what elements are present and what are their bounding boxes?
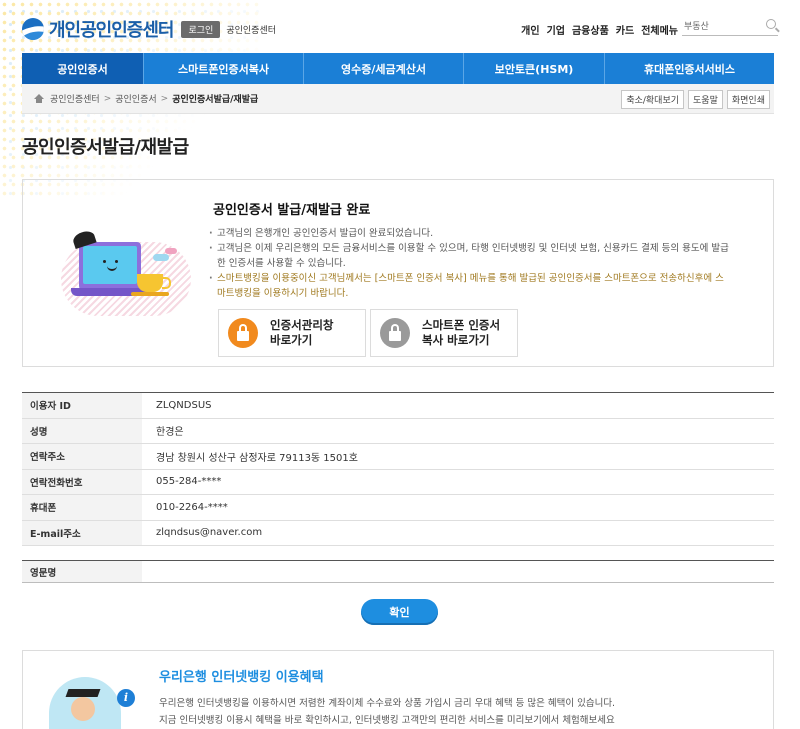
eye-icon bbox=[115, 260, 118, 263]
breadcrumb-separator: > bbox=[103, 93, 112, 104]
row-value: 경남 창원시 성산구 삼정자로 79113동 1501호 bbox=[142, 443, 774, 470]
search-input[interactable] bbox=[682, 16, 752, 34]
completion-note-highlight: 스마트뱅킹을 이용중이신 고객님께서는 [스마트폰 인증서 복사] 메뉴를 통해… bbox=[209, 271, 729, 301]
laptop-illustration bbox=[61, 228, 193, 316]
print-button[interactable]: 화면인쇄 bbox=[726, 90, 770, 109]
nav-item-mobile-certificate[interactable]: 휴대폰인증서서비스 bbox=[605, 53, 774, 84]
benefit-line: 지금 인터넷뱅킹 이용시 혜택을 바로 확인하시고, 인터넷뱅킹 고객만의 편리… bbox=[159, 715, 615, 726]
cloud-icon bbox=[165, 248, 177, 254]
graduate-face-icon bbox=[71, 697, 95, 721]
cloud-icon bbox=[153, 254, 169, 261]
user-info-table: 이용자 ID ZLQNDSUS 성명 한경은 연락주소 경남 창원시 성산구 삼… bbox=[22, 392, 774, 546]
row-value: 010-2264-**** bbox=[142, 494, 774, 521]
top-link-business[interactable]: 기업 bbox=[547, 22, 565, 37]
page-title: 공인인증서발급/재발급 bbox=[22, 137, 189, 158]
table-row: 연락전화번호 055-284-**** bbox=[22, 469, 774, 495]
benefit-line: 우리은행 인터넷뱅킹을 이용하시면 저렴한 계좌이체 수수료와 상품 가입시 금… bbox=[159, 698, 616, 709]
certificate-manager-link-button[interactable]: 인증서관리창 바로가기 bbox=[218, 309, 366, 357]
main-nav: 공인인증서 스마트폰인증서복사 영수증/세금계산서 보안토큰(HSM) 휴대폰인… bbox=[22, 53, 774, 84]
coffee-cup-icon bbox=[137, 274, 171, 292]
row-label: 연락주소 bbox=[22, 443, 142, 470]
table-row: E-mail주소 zlqndsus@naver.com bbox=[22, 520, 774, 546]
zoom-button[interactable]: 축소/확대보기 bbox=[621, 90, 685, 109]
nav-item-smartphone-copy[interactable]: 스마트폰인증서복사 bbox=[144, 53, 304, 84]
completion-note: 고객님의 은행개인 공인인증서 발급이 완료되었습니다. bbox=[209, 226, 729, 241]
table-row: 영문명 bbox=[22, 560, 774, 583]
row-value: 055-284-**** bbox=[142, 469, 774, 495]
breadcrumb: 공인인증센터 > 공인인증서 > 공인인증서발급/재발급 축소/확대보기 도움말… bbox=[22, 84, 774, 114]
table-row: 연락주소 경남 창원시 성산구 삼정자로 79113동 1501호 bbox=[22, 443, 774, 470]
home-icon[interactable] bbox=[34, 94, 44, 103]
lock-icon bbox=[228, 318, 258, 348]
table-row: 휴대폰 010-2264-**** bbox=[22, 494, 774, 521]
row-label: E-mail주소 bbox=[22, 520, 142, 546]
search-box bbox=[682, 16, 778, 36]
lock-icon bbox=[380, 318, 410, 348]
row-value: ZLQNDSUS bbox=[142, 392, 774, 419]
row-label: 연락전화번호 bbox=[22, 469, 142, 495]
row-value: zlqndsus@naver.com bbox=[142, 520, 774, 546]
smile-icon bbox=[107, 266, 117, 271]
completion-note: 고객님은 이제 우리은행의 모든 금융서비스를 이용할 수 있으며, 타행 인터… bbox=[209, 241, 729, 271]
smartphone-copy-link-button[interactable]: 스마트폰 인증서 복사 바로가기 bbox=[370, 309, 518, 357]
laptop-icon bbox=[79, 242, 141, 290]
row-label: 성명 bbox=[22, 418, 142, 444]
confirm-button[interactable]: 확인 bbox=[361, 599, 438, 625]
nav-item-security-token[interactable]: 보안토큰(HSM) bbox=[464, 53, 605, 84]
benefit-text: 우리은행 인터넷뱅킹을 이용하시면 저렴한 계좌이체 수수료와 상품 가입시 금… bbox=[159, 695, 759, 729]
completion-notes: 고객님의 은행개인 공인인증서 발급이 완료되었습니다. 고객님은 이제 우리은… bbox=[209, 226, 729, 301]
internet-banking-benefit-box: i 우리은행 인터넷뱅킹 이용혜택 우리은행 인터넷뱅킹을 이용하시면 저렴한 … bbox=[22, 650, 774, 729]
eye-icon bbox=[103, 260, 106, 263]
logo-text: 개인공인인증센터 bbox=[49, 20, 174, 41]
search-icon[interactable] bbox=[766, 19, 776, 29]
header-sub-label: 공인인증센터 bbox=[226, 25, 277, 36]
breadcrumb-separator: > bbox=[160, 93, 169, 104]
info-icon: i bbox=[117, 689, 135, 707]
breadcrumb-item[interactable]: 공인인증서 bbox=[115, 92, 156, 105]
row-value: 한경은 bbox=[142, 418, 774, 444]
row-label: 휴대폰 bbox=[22, 494, 142, 521]
table-row: 이용자 ID ZLQNDSUS bbox=[22, 392, 774, 419]
completion-title: 공인인증서 발급/재발급 완료 bbox=[213, 203, 371, 218]
top-link-products[interactable]: 금융상품 bbox=[572, 22, 609, 37]
top-link-personal[interactable]: 개인 bbox=[521, 22, 539, 37]
logo[interactable]: 개인공인인증센터 로그인 공인인증센터 bbox=[22, 16, 276, 42]
row-label: 이용자 ID bbox=[22, 392, 142, 419]
benefit-title[interactable]: 우리은행 인터넷뱅킹 이용혜택 bbox=[159, 666, 324, 685]
graduation-cap-icon bbox=[65, 689, 101, 697]
english-name-table: 영문명 bbox=[22, 560, 774, 583]
breadcrumb-item[interactable]: 공인인증센터 bbox=[50, 92, 100, 105]
smartphone-copy-link-label: 스마트폰 인증서 복사 바로가기 bbox=[422, 318, 501, 347]
breadcrumb-current: 공인인증서발급/재발급 bbox=[172, 95, 259, 105]
row-label: 영문명 bbox=[22, 560, 142, 583]
bank-logo-icon bbox=[22, 18, 44, 40]
top-link-card[interactable]: 카드 bbox=[616, 22, 634, 37]
utility-buttons: 축소/확대보기 도움말 화면인쇄 bbox=[621, 90, 770, 109]
top-links: 개인 기업 금융상품 카드 전체메뉴 bbox=[521, 22, 678, 37]
laptop-screen bbox=[83, 246, 137, 284]
nav-item-certificate[interactable]: 공인인증서 bbox=[22, 53, 144, 84]
help-button[interactable]: 도움말 bbox=[688, 90, 723, 109]
header: 개인공인인증센터 로그인 공인인증센터 개인 기업 금융상품 카드 전체메뉴 bbox=[22, 12, 778, 46]
login-button[interactable]: 로그인 bbox=[181, 20, 221, 38]
row-value bbox=[142, 560, 774, 583]
saucer-icon bbox=[131, 292, 169, 296]
nav-item-receipt-tax-invoice[interactable]: 영수증/세금계산서 bbox=[304, 53, 464, 84]
completion-box: 공인인증서 발급/재발급 완료 고객님의 은행개인 공인인증서 발급이 완료되었… bbox=[22, 179, 774, 367]
top-link-all-menu[interactable]: 전체메뉴 bbox=[641, 22, 678, 37]
table-row: 성명 한경은 bbox=[22, 418, 774, 444]
certificate-manager-link-label: 인증서관리창 바로가기 bbox=[270, 318, 334, 347]
